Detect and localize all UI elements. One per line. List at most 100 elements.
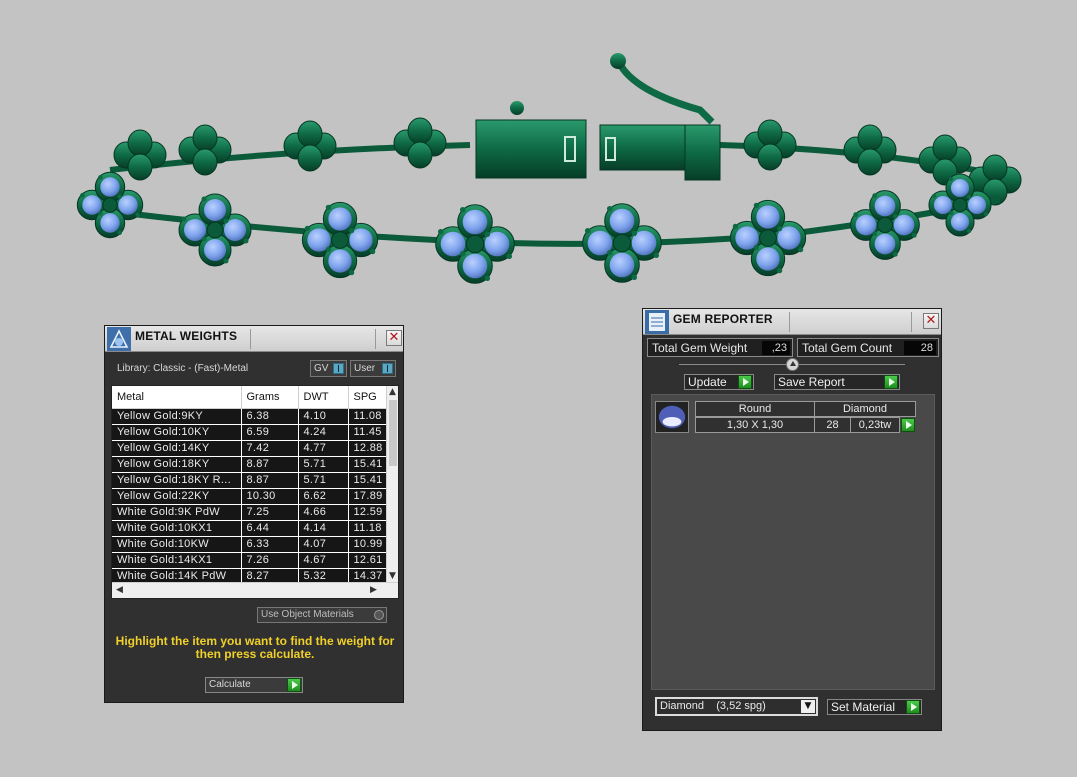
collapse-arrow-icon[interactable] [786,358,799,371]
metal-name-cell: White Gold:10KW [112,536,242,553]
grams-cell: 7.42 [241,440,299,457]
metal-table-container[interactable]: Metal Grams DWT SPG Yellow Gold:9KY 6.38 4… [111,385,399,599]
gem-cluster [178,193,252,267]
horizontal-scrollbar[interactable]: ◀ ▶ [112,582,398,598]
table-row[interactable]: White Gold:9K PdW 7.25 4.66 12.59 [112,504,389,521]
update-label: Update [688,375,727,389]
chevron-down-icon[interactable]: ▼ [801,700,815,713]
metal-name-cell: Yellow Gold:18KY R... [112,472,242,489]
play-arrow-icon [287,678,301,692]
spg-cell: 17.89 [348,488,389,505]
gem-weight-cell: 0,23tw [850,417,900,433]
gem-shape-cell: Round [695,401,815,417]
set-material-label: Set Material [831,700,896,714]
metal-weights-title: METAL WEIGHTS [135,329,238,343]
column-header-dwt[interactable]: DWT [298,386,349,409]
table-row[interactable]: Yellow Gold:18KY R... 8.87 5.71 15.41 [112,472,389,489]
table-row[interactable]: White Gold:10KW 6.33 4.07 10.99 [112,536,389,553]
gem-cluster [76,171,144,239]
save-report-button[interactable]: Save Report [774,374,900,390]
gem-count-cell: 28 [814,417,851,433]
radio-icon [374,610,384,620]
table-row[interactable]: White Gold:14KX1 7.26 4.67 12.61 [112,552,389,569]
toggle-knob-icon [382,363,393,374]
metal-weights-titlebar[interactable]: METAL WEIGHTS ✕ [105,326,403,352]
scroll-left-icon[interactable]: ◀ [116,585,123,595]
table-row[interactable]: Yellow Gold:22KY 10.30 6.62 17.89 [112,488,389,505]
grams-cell: 7.25 [241,504,299,521]
play-arrow-icon [738,375,752,389]
title-separator [789,312,790,332]
dwt-cell: 4.14 [298,520,349,537]
user-toggle[interactable]: User [350,360,396,377]
scrollbar-thumb[interactable] [389,400,397,466]
set-material-button[interactable]: Set Material [827,699,922,715]
total-gem-count-label: Total Gem Count [802,341,893,355]
gem-cluster [850,190,920,260]
gem-cluster [435,204,515,284]
metal-weights-panel: METAL WEIGHTS ✕ Library: Classic - (Fast… [104,325,404,703]
scroll-down-icon[interactable]: ▼ [389,571,396,581]
scroll-up-icon[interactable]: ▲ [389,387,396,397]
grams-cell: 6.38 [241,408,299,425]
metal-name-cell: Yellow Gold:22KY [112,488,242,505]
save-report-label: Save Report [778,375,845,389]
calculate-button[interactable]: Calculate [205,677,303,693]
title-separator [250,329,251,349]
chain-link [178,124,232,176]
gem-list[interactable]: Round Diamond 1,30 X 1,30 28 0,23tw [651,394,935,690]
dwt-cell: 6.62 [298,488,349,505]
metal-table-header: Metal Grams DWT SPG [112,386,389,409]
dwt-cell: 5.71 [298,472,349,489]
column-header-spg[interactable]: SPG [348,386,389,409]
grams-cell: 10.30 [241,488,299,505]
gv-toggle[interactable]: GV [310,360,347,377]
chain-link [843,124,897,176]
grams-cell: 6.44 [241,520,299,537]
dwt-cell: 4.07 [298,536,349,553]
metal-name-cell: Yellow Gold:9KY [112,408,242,425]
gem-reporter-titlebar[interactable]: GEM REPORTER ✕ [643,309,941,335]
table-row[interactable]: Yellow Gold:18KY 8.87 5.71 15.41 [112,456,389,473]
metal-weights-app-icon [107,327,131,351]
instruction-text: Highlight the item you want to find the … [115,634,395,661]
gem-reporter-title: GEM REPORTER [673,312,773,326]
table-row[interactable]: Yellow Gold:9KY 6.38 4.10 11.08 [112,408,389,425]
total-gem-weight-label: Total Gem Weight [652,341,748,355]
spg-cell: 12.61 [348,552,389,569]
metal-table: Metal Grams DWT SPG Yellow Gold:9KY 6.38 4… [112,386,389,585]
metal-name-cell: Yellow Gold:10KY [112,424,242,441]
scroll-right-icon[interactable]: ▶ [370,585,377,595]
gem-select-arrow-icon[interactable] [901,418,915,432]
table-row[interactable]: Yellow Gold:10KY 6.59 4.24 11.45 [112,424,389,441]
metal-name-cell: Yellow Gold:18KY [112,456,242,473]
metal-name-cell: White Gold:10KX1 [112,520,242,537]
library-label: Library: Classic - (Fast)-Metal [117,363,249,374]
spg-cell: 11.18 [348,520,389,537]
table-row[interactable]: Yellow Gold:14KY 7.42 4.77 12.88 [112,440,389,457]
total-gem-count-value: 28 [904,341,936,355]
grams-cell: 8.87 [241,472,299,489]
close-icon[interactable]: ✕ [923,313,939,329]
bracelet-model[interactable] [76,53,1022,284]
3d-viewport[interactable] [0,0,1077,310]
play-arrow-icon [906,700,920,714]
update-button[interactable]: Update [684,374,754,390]
round-gem-icon [655,401,689,433]
metal-name-cell: White Gold:14KX1 [112,552,242,569]
spg-cell: 15.41 [348,472,389,489]
calculate-label: Calculate [209,679,251,690]
table-row[interactable]: White Gold:10KX1 6.44 4.14 11.18 [112,520,389,537]
close-icon[interactable]: ✕ [386,330,402,346]
use-object-materials-toggle[interactable]: Use Object Materials [257,607,387,623]
material-select[interactable]: Diamond (3,52 spg) ▼ [655,697,818,716]
grams-cell: 6.33 [241,536,299,553]
column-header-grams[interactable]: Grams [241,386,299,409]
column-header-metal[interactable]: Metal [112,386,242,409]
gem-cluster [301,201,379,279]
user-label: User [354,363,376,374]
vertical-scrollbar[interactable]: ▲ ▼ [386,386,398,583]
grams-cell: 8.87 [241,456,299,473]
grams-cell: 7.26 [241,552,299,569]
gem-reporter-app-icon [645,310,669,334]
